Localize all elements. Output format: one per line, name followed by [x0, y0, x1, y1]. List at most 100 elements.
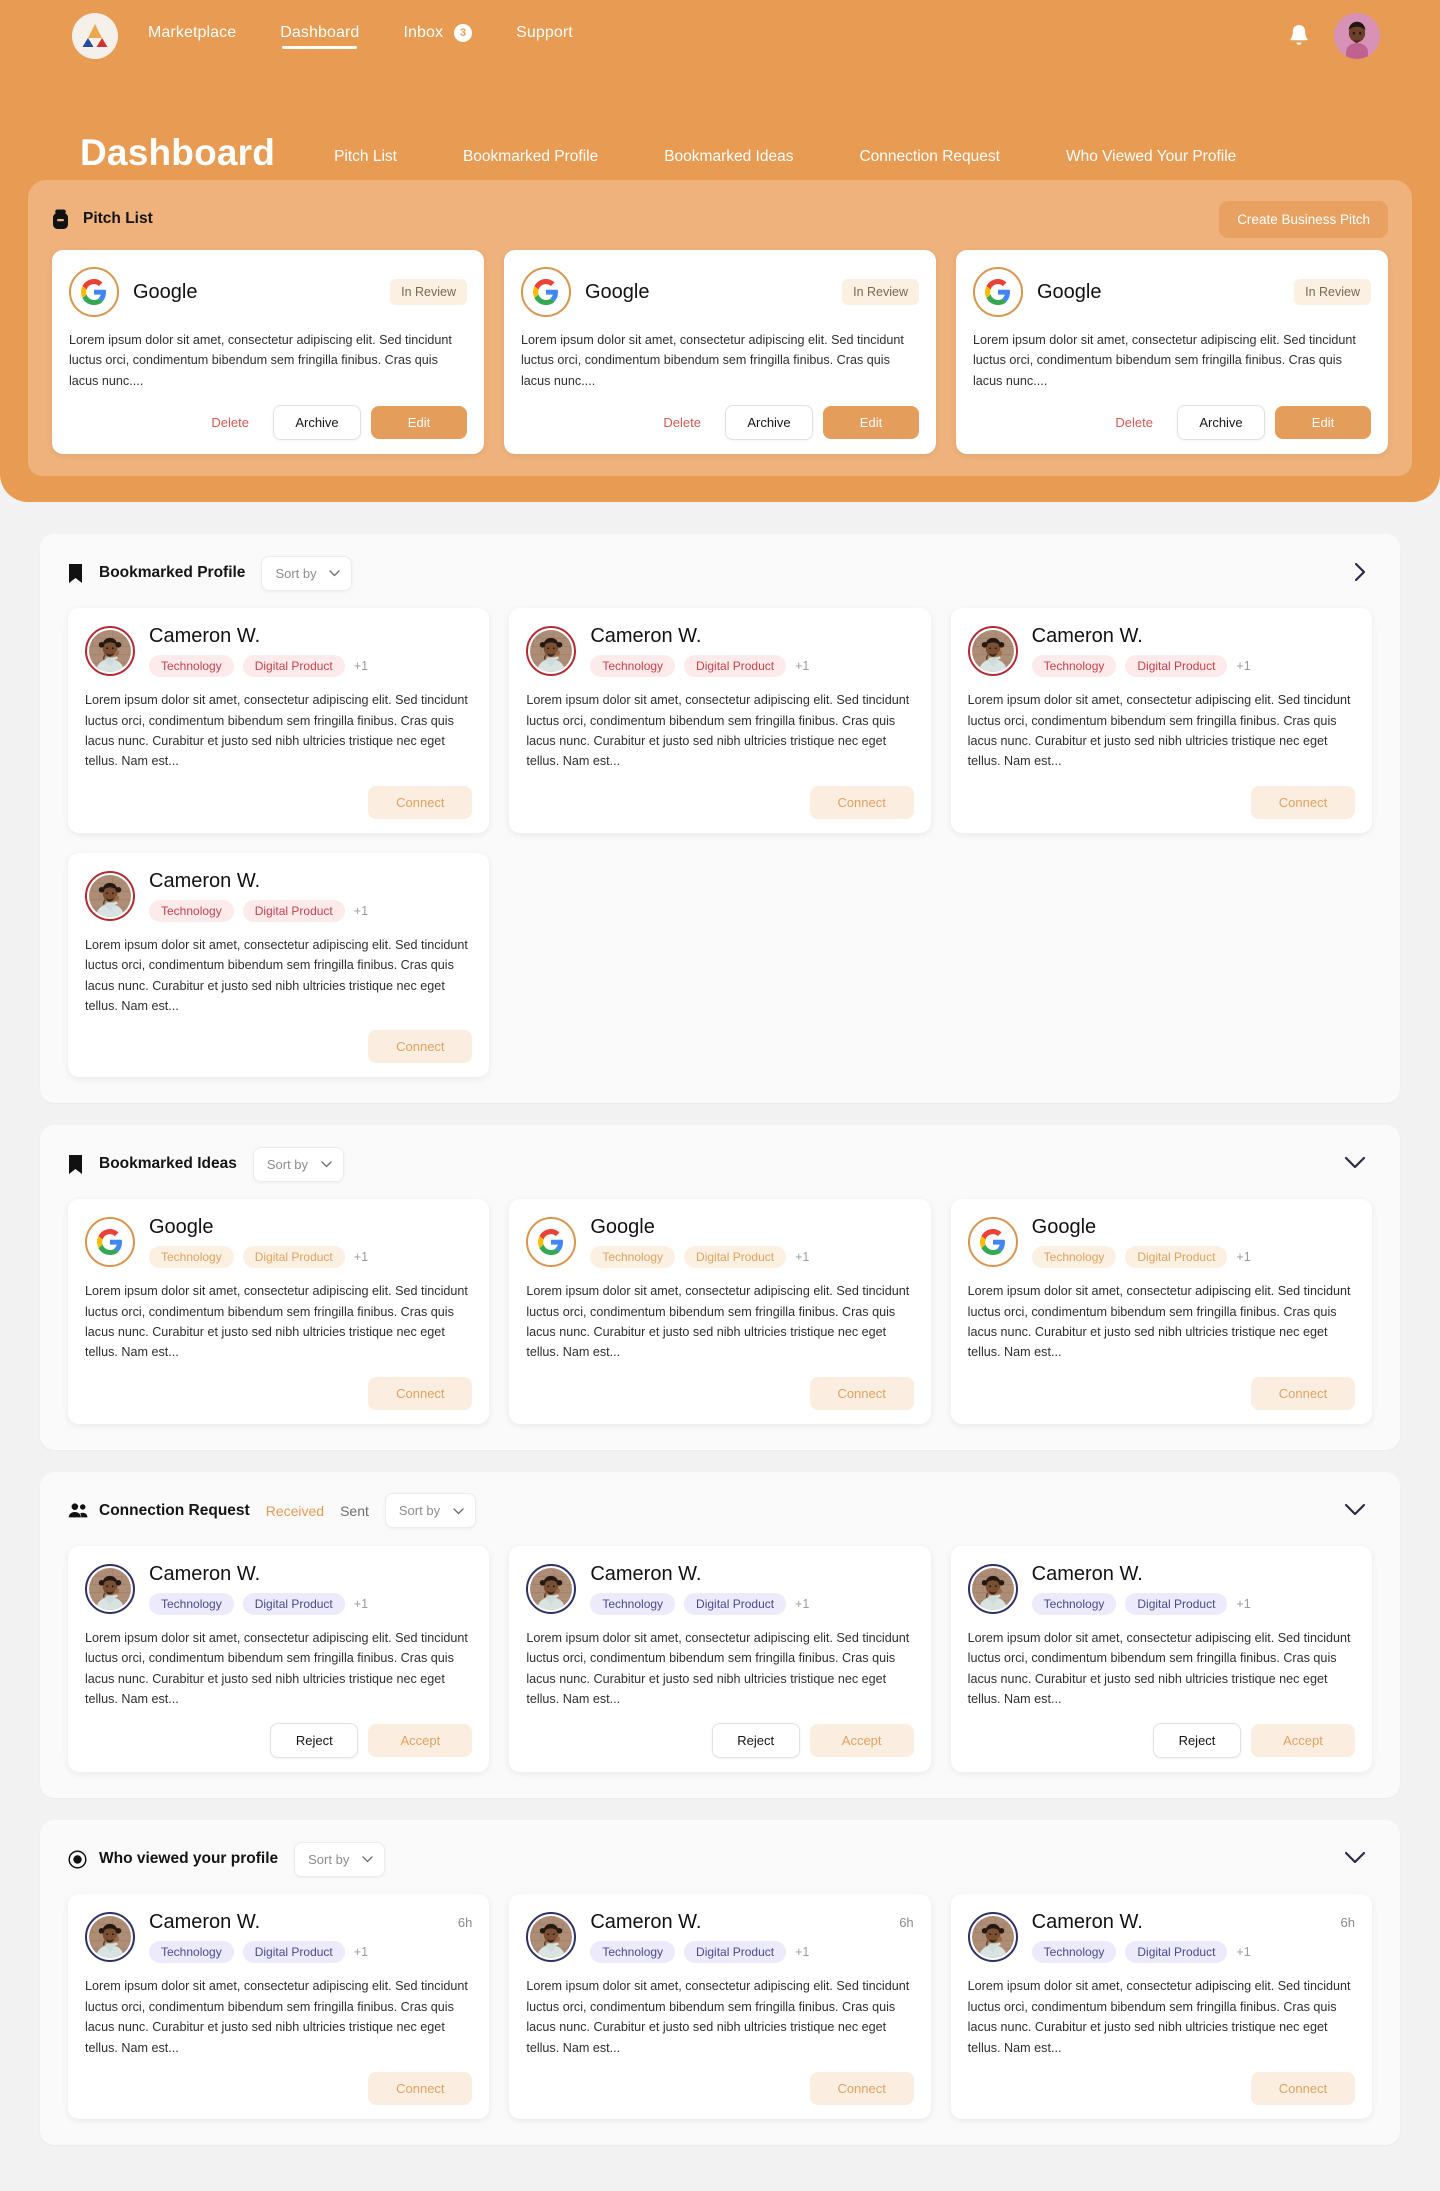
- expand-bookmarked-profile-button[interactable]: [1348, 558, 1372, 589]
- tab-bookmarked-profile[interactable]: Bookmarked Profile: [430, 148, 631, 166]
- tag[interactable]: Technology: [590, 1592, 676, 1615]
- tag[interactable]: Technology: [149, 1592, 234, 1615]
- accept-button[interactable]: Accept: [809, 1724, 914, 1758]
- tag[interactable]: Digital Product: [1125, 1592, 1228, 1615]
- archive-button[interactable]: Archive: [1177, 405, 1265, 441]
- tab-pitch-list[interactable]: Pitch List: [301, 148, 430, 166]
- segment-received[interactable]: Received: [266, 1503, 324, 1519]
- archive-button[interactable]: Archive: [725, 405, 813, 441]
- bookmarked-idea-card[interactable]: Google Technology Digital Product +1 Lorem…: [68, 1199, 490, 1424]
- nav-link-dashboard[interactable]: Dashboard: [280, 24, 359, 49]
- tag[interactable]: Technology: [1031, 1941, 1117, 1964]
- connection-request-section: Connection Request Received Sent Sort by: [40, 1471, 1400, 1799]
- bookmarked-idea-card[interactable]: Google Technology Digital Product +1 Lorem…: [509, 1199, 931, 1424]
- nav-link-support[interactable]: Support: [516, 24, 573, 49]
- connect-button[interactable]: Connect: [809, 1376, 914, 1410]
- connection-request-card[interactable]: Cameron W. Technology Digital Product +1 L…: [509, 1545, 931, 1773]
- bookmarked-profile-card[interactable]: Cameron W. Technology Digital Product +1 L…: [68, 852, 490, 1078]
- tag[interactable]: Digital Product: [242, 1246, 345, 1269]
- tag[interactable]: Digital Product: [242, 1592, 345, 1615]
- tag[interactable]: Technology: [149, 899, 234, 922]
- who-viewed-card[interactable]: Cameron W. 6h Technology Digital Product +…: [68, 1894, 490, 2119]
- tag[interactable]: Technology: [149, 1246, 234, 1269]
- connection-request-card[interactable]: Cameron W. Technology Digital Product +1 L…: [950, 1545, 1372, 1773]
- bookmarked-profile-card[interactable]: Cameron W. Technology Digital Product +1 L…: [950, 608, 1372, 833]
- connection-request-sort[interactable]: Sort by: [384, 1493, 476, 1529]
- connect-button[interactable]: Connect: [809, 2071, 914, 2105]
- edit-button[interactable]: Edit: [823, 406, 919, 440]
- nav-link-marketplace[interactable]: Marketplace: [148, 24, 236, 49]
- tag[interactable]: Technology: [149, 655, 234, 678]
- sort-by-select[interactable]: Sort by: [384, 1493, 476, 1529]
- connect-button[interactable]: Connect: [1251, 785, 1355, 819]
- tag[interactable]: Technology: [590, 1246, 676, 1269]
- connection-request-segments: Received Sent: [266, 1503, 369, 1519]
- reject-button[interactable]: Reject: [711, 1723, 800, 1759]
- pitch-card[interactable]: Google In Review Lorem ipsum dolor sit a…: [956, 250, 1388, 455]
- pitch-card[interactable]: Google In Review Lorem ipsum dolor sit a…: [52, 250, 484, 455]
- tag[interactable]: Digital Product: [684, 655, 787, 678]
- connect-button[interactable]: Connect: [809, 785, 914, 819]
- connect-button[interactable]: Connect: [368, 1030, 473, 1064]
- segment-sent[interactable]: Sent: [340, 1503, 369, 1519]
- tag[interactable]: Digital Product: [242, 1941, 345, 1964]
- company-logo: [521, 267, 571, 317]
- tab-who-viewed-your-profile[interactable]: Who Viewed Your Profile: [1033, 148, 1269, 166]
- tag[interactable]: Digital Product: [1125, 1246, 1228, 1269]
- collapse-connection-request-button[interactable]: [1338, 1499, 1372, 1523]
- sort-by-select[interactable]: Sort by: [261, 555, 353, 591]
- delete-button[interactable]: Delete: [1101, 406, 1167, 439]
- tag-overflow-count: +1: [353, 1250, 369, 1265]
- tag[interactable]: Technology: [590, 655, 676, 678]
- reject-button[interactable]: Reject: [1153, 1723, 1241, 1759]
- connection-request-card[interactable]: Cameron W. Technology Digital Product +1 L…: [68, 1545, 490, 1773]
- tag[interactable]: Digital Product: [684, 1592, 787, 1615]
- tag[interactable]: Digital Product: [684, 1941, 787, 1964]
- profile-photo: [89, 874, 131, 917]
- pitch-card[interactable]: Google In Review Lorem ipsum dolor sit a…: [504, 250, 936, 455]
- who-viewed-card[interactable]: Cameron W. 6h Technology Digital Product +…: [950, 1894, 1372, 2119]
- tag[interactable]: Digital Product: [684, 1246, 787, 1269]
- sort-by-select[interactable]: Sort by: [294, 1841, 386, 1877]
- connect-button[interactable]: Connect: [1251, 1376, 1355, 1410]
- bookmarked-profile-card[interactable]: Cameron W. Technology Digital Product +1 L…: [509, 608, 931, 833]
- tag[interactable]: Digital Product: [1125, 655, 1228, 678]
- accept-button[interactable]: Accept: [1251, 1724, 1355, 1758]
- connect-button[interactable]: Connect: [1251, 2071, 1355, 2105]
- who-viewed-card[interactable]: Cameron W. 6h Technology Digital Product +…: [509, 1894, 931, 2119]
- who-viewed-profile-sort[interactable]: Sort by: [294, 1841, 386, 1877]
- connect-button[interactable]: Connect: [368, 2071, 473, 2105]
- connect-button[interactable]: Connect: [368, 785, 473, 819]
- tag[interactable]: Technology: [1031, 1592, 1117, 1615]
- tab-bookmarked-ideas[interactable]: Bookmarked Ideas: [631, 148, 826, 166]
- bookmarked-idea-card[interactable]: Google Technology Digital Product +1 Lorem…: [950, 1199, 1372, 1424]
- create-business-pitch-button[interactable]: Create Business Pitch: [1219, 200, 1388, 238]
- tag[interactable]: Technology: [1031, 655, 1117, 678]
- tag[interactable]: Digital Product: [242, 899, 345, 922]
- tag[interactable]: Digital Product: [1125, 1941, 1228, 1964]
- tag[interactable]: Digital Product: [242, 655, 345, 678]
- accept-button[interactable]: Accept: [368, 1724, 473, 1758]
- tab-connection-request[interactable]: Connection Request: [826, 148, 1032, 166]
- delete-button[interactable]: Delete: [649, 406, 715, 439]
- bookmarked-ideas-sort[interactable]: Sort by: [252, 1146, 344, 1182]
- tag[interactable]: Technology: [149, 1941, 234, 1964]
- bell-icon[interactable]: [1286, 22, 1312, 50]
- nav-link-inbox[interactable]: Inbox 3: [403, 23, 473, 49]
- sort-by-select[interactable]: Sort by: [252, 1146, 344, 1182]
- edit-button[interactable]: Edit: [1275, 406, 1371, 440]
- delete-button[interactable]: Delete: [197, 406, 263, 439]
- avatar[interactable]: [1334, 13, 1380, 59]
- bookmarked-profile-sort[interactable]: Sort by: [261, 555, 353, 591]
- connect-button[interactable]: Connect: [368, 1376, 473, 1410]
- collapse-who-viewed-profile-button[interactable]: [1338, 1847, 1372, 1871]
- reject-button[interactable]: Reject: [270, 1723, 359, 1759]
- viewer-name: Cameron W.: [149, 1911, 261, 1934]
- tag[interactable]: Technology: [1031, 1246, 1117, 1269]
- brand-logo[interactable]: [72, 13, 118, 59]
- archive-button[interactable]: Archive: [273, 405, 361, 441]
- collapse-bookmarked-ideas-button[interactable]: [1338, 1152, 1372, 1176]
- bookmarked-profile-card[interactable]: Cameron W. Technology Digital Product +1 L…: [68, 608, 490, 833]
- edit-button[interactable]: Edit: [371, 406, 467, 440]
- tag[interactable]: Technology: [590, 1941, 676, 1964]
